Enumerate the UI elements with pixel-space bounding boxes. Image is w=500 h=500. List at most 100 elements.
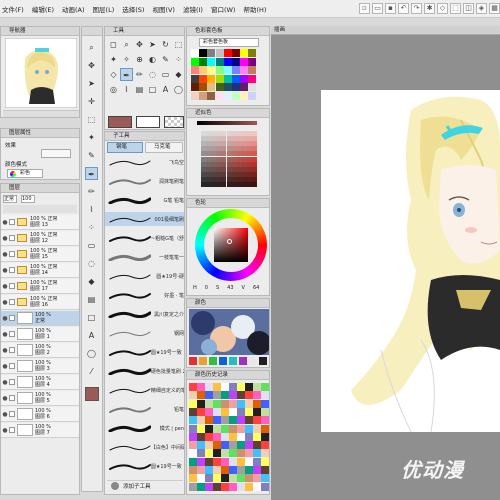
history-swatch[interactable] — [261, 449, 269, 458]
history-swatch[interactable] — [205, 466, 213, 474]
color-mix-canvas[interactable] — [189, 309, 269, 355]
layer-lock-checkbox[interactable] — [9, 427, 15, 433]
mix-swatch[interactable] — [189, 357, 197, 365]
history-swatch[interactable] — [197, 449, 205, 458]
diamond-icon[interactable]: ◇ — [107, 68, 120, 81]
color-swatch[interactable] — [232, 91, 240, 100]
history-swatch[interactable] — [237, 482, 245, 491]
tab-marker[interactable]: 马克笔 — [145, 142, 183, 153]
history-swatch[interactable] — [221, 466, 229, 474]
sparkle-icon[interactable]: ✧ — [120, 53, 133, 66]
history-swatch[interactable] — [213, 383, 221, 391]
color-swatch[interactable] — [232, 66, 240, 74]
color-set-dropdown[interactable]: 彩色套色板 — [199, 38, 259, 47]
history-swatch[interactable] — [221, 441, 229, 450]
history-swatch[interactable] — [197, 432, 205, 441]
undo-icon[interactable]: ↶ — [398, 3, 409, 14]
visibility-eye-icon[interactable]: ● — [1, 395, 9, 402]
transform-icon[interactable]: ◇ — [437, 3, 448, 14]
color-swatch[interactable] — [232, 74, 240, 83]
save-icon[interactable]: ▪ — [385, 3, 396, 14]
brush-item[interactable]: 【白色】中间硬中空笔 1 — [105, 440, 184, 454]
history-swatch[interactable] — [197, 383, 205, 391]
color-swatch[interactable] — [248, 49, 257, 57]
transparent-color-box[interactable] — [164, 116, 184, 128]
color-swatch[interactable] — [240, 91, 249, 100]
pointer-icon[interactable]: ➤ — [146, 38, 159, 51]
history-swatch[interactable] — [189, 482, 197, 491]
color-swatch[interactable] — [215, 57, 224, 66]
history-swatch[interactable] — [237, 424, 245, 433]
layer-row[interactable]: ● 100 % 图层 3 — [1, 359, 79, 374]
pen-icon[interactable]: ✎ — [159, 53, 172, 66]
history-swatch[interactable] — [245, 474, 253, 483]
history-swatch[interactable] — [221, 399, 229, 408]
brush-icon[interactable]: ⌇ — [120, 83, 133, 96]
history-swatch[interactable] — [213, 432, 221, 441]
history-swatch[interactable] — [229, 457, 237, 466]
history-swatch[interactable] — [197, 474, 205, 483]
color-swatch[interactable] — [191, 57, 199, 66]
history-swatch[interactable] — [245, 482, 253, 491]
brush-item[interactable]: 模式 | pen — [105, 421, 184, 435]
layer-lock-checkbox[interactable] — [9, 411, 15, 417]
brush-item[interactable]: 圆★19号-硬 — [105, 269, 184, 283]
approx-color-grid[interactable] — [201, 131, 257, 187]
visibility-eye-icon[interactable]: ● — [1, 235, 9, 242]
visibility-eye-icon[interactable]: ● — [1, 411, 9, 418]
history-swatch[interactable] — [189, 399, 197, 408]
history-swatch[interactable] — [229, 482, 237, 491]
history-swatch[interactable] — [253, 474, 261, 483]
layer-row[interactable]: ● 100 % 正常 图层 15 — [1, 247, 79, 262]
text-icon[interactable]: A — [159, 83, 172, 96]
brush-item[interactable]: 圆★19号一致（柔） — [105, 345, 184, 359]
history-swatch[interactable] — [245, 407, 253, 416]
mix-swatch[interactable] — [239, 357, 247, 365]
history-swatch[interactable] — [253, 424, 261, 433]
main-color-swatch[interactable] — [85, 387, 99, 401]
color-swatch[interactable] — [248, 91, 257, 100]
brush-item[interactable]: 好墨 · 笔 — [105, 288, 184, 302]
history-swatch[interactable] — [221, 457, 229, 466]
layer-row[interactable]: ● 100 % 图层 2 — [1, 343, 79, 358]
color-swatch[interactable] — [223, 66, 232, 74]
menu-animation[interactable]: 动画(A) — [62, 4, 85, 14]
fill-tool-icon[interactable]: ◆ — [85, 275, 98, 288]
add-icon[interactable]: ⊕ — [133, 53, 146, 66]
color-swatch[interactable] — [199, 66, 208, 74]
history-swatch[interactable] — [221, 432, 229, 441]
history-swatch[interactable] — [221, 383, 229, 391]
history-swatch[interactable] — [205, 449, 213, 458]
color-swatch[interactable] — [240, 83, 249, 91]
history-swatch[interactable] — [253, 449, 261, 458]
history-swatch[interactable] — [245, 391, 253, 400]
figure-tool-icon[interactable]: □ — [85, 311, 98, 324]
brush-item[interactable]: 精细自定义的笔 — [105, 383, 184, 397]
menu-layer[interactable]: 图层(L) — [93, 4, 115, 14]
color-swatch[interactable] — [248, 74, 257, 83]
menu-edit[interactable]: 编辑(E) — [32, 4, 54, 14]
history-swatch[interactable] — [205, 399, 213, 408]
history-swatch[interactable] — [213, 449, 221, 458]
eraser-tool-icon[interactable]: ▭ — [85, 239, 98, 252]
layer-lock-checkbox[interactable] — [9, 379, 15, 385]
history-swatch[interactable] — [229, 449, 237, 458]
history-swatch[interactable] — [245, 466, 253, 474]
menu-view[interactable]: 视图(V) — [152, 4, 175, 14]
history-swatch[interactable] — [245, 449, 253, 458]
history-swatch[interactable] — [245, 432, 253, 441]
history-swatch[interactable] — [253, 391, 261, 400]
history-swatch[interactable] — [229, 424, 237, 433]
history-swatch[interactable] — [189, 449, 197, 458]
layer-row[interactable]: ● 100 % 图层 4 — [1, 375, 79, 390]
brush-item[interactable]: 钢网 — [105, 326, 184, 340]
canvas-tab[interactable]: 插画 — [271, 26, 500, 35]
visibility-eye-icon[interactable]: ● — [1, 427, 9, 434]
menu-file[interactable]: 文件(F) — [2, 4, 24, 14]
layer-lock-checkbox[interactable] — [9, 395, 15, 401]
move-layer-tool-icon[interactable]: ✛ — [85, 95, 98, 108]
color-swatch[interactable] — [199, 91, 208, 100]
history-swatch[interactable] — [237, 391, 245, 400]
menu-help[interactable]: 帮助(H) — [243, 4, 266, 14]
shape-icon[interactable]: □ — [146, 83, 159, 96]
